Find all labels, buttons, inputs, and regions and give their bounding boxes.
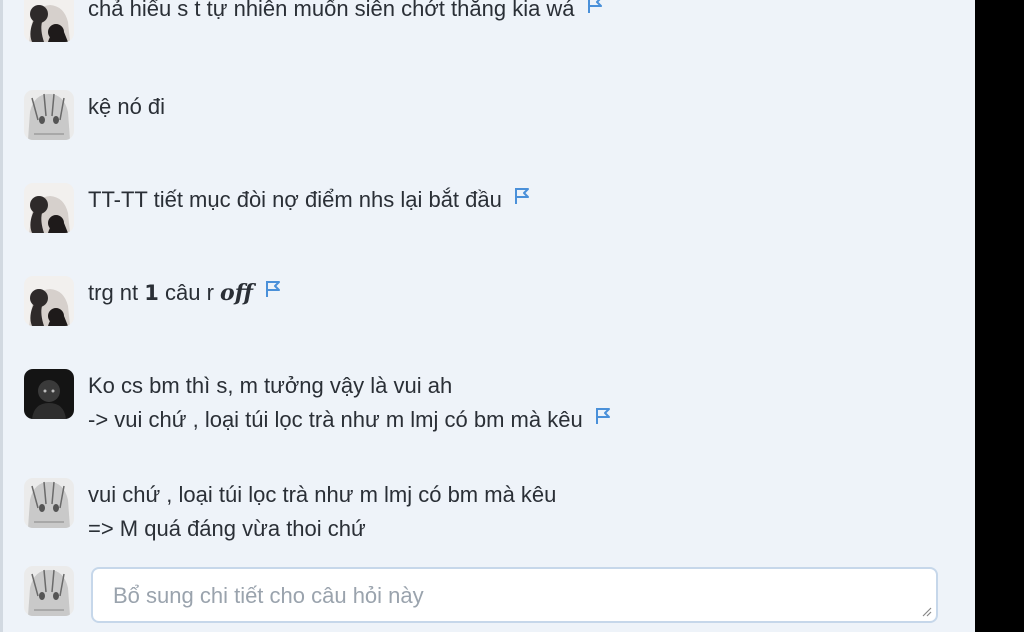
- girl-portrait-avatar-icon: [24, 276, 74, 326]
- comment-text: TT-TT tiết mục đòi nợ điểm nhs lại bắt đ…: [88, 183, 530, 217]
- user-avatar[interactable]: [24, 478, 74, 528]
- comment-line: Ko cs bm thì s, m tưởng vậy là vui ah: [88, 373, 453, 398]
- comment-text: -> vui chứ , loại túi lọc trà như m lmj …: [88, 403, 611, 437]
- report-flag-icon[interactable]: [595, 401, 611, 435]
- comment-line: vui chứ , loại túi lọc trà như m lmj có …: [88, 482, 557, 507]
- comment-text: kệ nó đi: [88, 90, 165, 124]
- comment-text: vui chứ , loại túi lọc trà như m lmj có …: [88, 478, 556, 512]
- comment-line: câu r: [158, 280, 221, 305]
- report-flag-icon[interactable]: [514, 181, 530, 215]
- user-avatar[interactable]: [24, 0, 74, 42]
- user-avatar[interactable]: [24, 90, 74, 140]
- comment-text: => M quá đáng vừa thoi chứ: [88, 512, 556, 546]
- comment-line: kệ nó đi: [88, 94, 166, 119]
- comment-text: trg nt 1 câu r off: [88, 276, 281, 310]
- reply-input[interactable]: [93, 569, 936, 621]
- comment-line: trg nt: [88, 280, 145, 305]
- report-flag-icon[interactable]: [587, 0, 603, 24]
- current-user-avatar: [24, 566, 74, 616]
- math-text: off: [220, 280, 253, 306]
- dark-figure-avatar-icon: [24, 369, 74, 419]
- comment-line: TT-TT tiết mục đòi nợ điểm nhs lại bắt đ…: [88, 187, 502, 212]
- user-avatar[interactable]: [24, 183, 74, 233]
- comment-text: Ko cs bm thì s, m tưởng vậy là vui ah: [88, 369, 611, 403]
- panel-left-edge: [0, 0, 3, 632]
- comment-text: chả hiểu s t tự nhiên muốn siên chớt thằ…: [88, 0, 603, 26]
- anime-sketch-avatar-icon: [24, 90, 74, 140]
- comment-line: chả hiểu s t tự nhiên muốn siên chớt thằ…: [88, 0, 575, 21]
- anime-sketch-avatar-icon: [24, 478, 74, 528]
- user-avatar[interactable]: [24, 369, 74, 419]
- anime-sketch-avatar-icon: [24, 566, 74, 616]
- math-number: 1: [144, 281, 159, 305]
- comment-line: -> vui chứ , loại túi lọc trà như m lmj …: [88, 407, 583, 432]
- user-avatar[interactable]: [24, 276, 74, 326]
- report-flag-icon[interactable]: [265, 274, 281, 308]
- girl-portrait-avatar-icon: [24, 183, 74, 233]
- comments-panel: chả hiểu s t tự nhiên muốn siên chớt thằ…: [0, 0, 975, 632]
- comment-line: => M quá đáng vừa thoi chứ: [88, 516, 366, 541]
- girl-portrait-avatar-icon: [24, 0, 74, 42]
- reply-input-container: [91, 567, 938, 623]
